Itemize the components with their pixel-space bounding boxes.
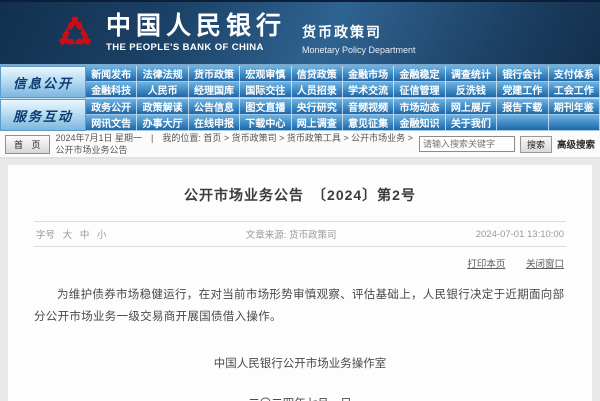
font-size-large[interactable]: 大 [63, 230, 73, 241]
nav-item[interactable]: 经理国库 [189, 82, 240, 98]
nav-item[interactable]: 银行会计 [497, 66, 548, 82]
nav-row: 金融科技 人民币 经理国库 国际交往 人员招录 学术交流 征信管理 反洗钱 党建… [86, 82, 600, 98]
nav-item[interactable]: 政策解读 [137, 99, 188, 115]
nav-grid: 政务公开 政策解读 公告信息 图文直播 央行研究 音频视频 市场动态 网上展厅 … [86, 99, 600, 131]
article-source: 文章来源: 货币政策司 [246, 227, 337, 241]
nav-item[interactable]: 下载中心 [240, 115, 291, 131]
nav-row: 新闻发布 法律法规 货币政策 宏观审慎 信贷政策 金融市场 金融稳定 调查统计 … [86, 66, 600, 82]
nav-item[interactable]: 法律法规 [137, 66, 188, 82]
nav-item[interactable]: 人员招录 [292, 82, 343, 98]
nav-filler-cell [497, 115, 548, 131]
nav-item[interactable]: 关于我们 [446, 115, 497, 131]
nav-item[interactable]: 人民币 [137, 82, 188, 98]
home-button[interactable]: 首 页 [5, 135, 50, 154]
nav-item[interactable]: 货币政策 [189, 66, 240, 82]
nav-item[interactable]: 政务公开 [86, 99, 137, 115]
nav-label-info-disclosure[interactable]: 信息公开 [0, 66, 86, 98]
nav-item[interactable]: 工会工作 [549, 82, 600, 98]
nav-item[interactable]: 金融市场 [343, 66, 394, 82]
nav-item[interactable]: 国际交往 [240, 82, 291, 98]
nav-item[interactable]: 市场动态 [394, 99, 445, 115]
pboc-announcement-page: 中国人民银行 THE PEOPLE'S BANK OF CHINA 货币政策司 … [0, 0, 600, 401]
nav-item[interactable]: 反洗钱 [446, 82, 497, 98]
search-button[interactable]: 搜索 [520, 136, 552, 153]
advanced-search-link[interactable]: 高级搜索 [557, 137, 595, 151]
search-box: 搜索 高级搜索 [419, 136, 595, 153]
article-signature: 中国人民银行公开市场业务操作室 [34, 355, 566, 371]
nav-item[interactable]: 宏观审慎 [240, 66, 291, 82]
nav-item[interactable]: 金融知识 [394, 115, 445, 131]
pboc-logo-icon [54, 12, 96, 54]
nav-grid: 新闻发布 法律法规 货币政策 宏观审慎 信贷政策 金融市场 金融稳定 调查统计 … [86, 66, 600, 98]
department-name-en: Monetary Policy Department [302, 45, 416, 55]
nav-item[interactable]: 公告信息 [189, 99, 240, 115]
nav-item[interactable]: 在线申报 [189, 115, 240, 131]
breadcrumb-bar: 首 页 2024年7月1日 星期一 | 我的位置: 首页 > 货币政策司 > 货… [0, 131, 600, 159]
article-title: 公开市场业务公告 〔2024〕第2号 [34, 185, 566, 205]
nav-item[interactable]: 信贷政策 [292, 66, 343, 82]
site-header: 中国人民银行 THE PEOPLE'S BANK OF CHINA 货币政策司 … [0, 0, 600, 66]
article-actions-top: 打印本页 关闭窗口 [34, 247, 566, 270]
nav-item[interactable]: 办事大厅 [137, 115, 188, 131]
nav-item[interactable]: 网上调查 [292, 115, 343, 131]
article-meta-row: 字号 大 中 小 文章来源: 货币政策司 2024-07-01 13:10:00 [34, 221, 566, 247]
close-window-link[interactable]: 关闭窗口 [526, 259, 564, 270]
font-size-medium[interactable]: 中 [80, 230, 90, 241]
article-body: 为维护债券市场稳健运行，在对当前市场形势审慎观察、评估基础上，人民银行决定于近期… [34, 284, 566, 329]
bank-name-cn: 中国人民银行 [106, 14, 286, 39]
article-date-cn: 二〇二四年七月一日 [34, 395, 566, 401]
nav-item[interactable]: 央行研究 [292, 99, 343, 115]
nav-item[interactable]: 意见征集 [343, 115, 394, 131]
nav-item[interactable]: 党建工作 [497, 82, 548, 98]
nav-item[interactable]: 学术交流 [343, 82, 394, 98]
nav-item[interactable]: 图文直播 [240, 99, 291, 115]
department-name-cn: 货币政策司 [302, 22, 416, 42]
nav-filler-cell [549, 115, 600, 131]
breadcrumb[interactable]: 2024年7月1日 星期一 | 我的位置: 首页 > 货币政策司 > 货币政策工… [56, 132, 413, 156]
article-datetime: 2024-07-01 13:10:00 [476, 229, 564, 240]
nav-item[interactable]: 征信管理 [394, 82, 445, 98]
nav-row: 政务公开 政策解读 公告信息 图文直播 央行研究 音频视频 市场动态 网上展厅 … [86, 99, 600, 115]
nav-row: 网讯文告 办事大厅 在线申报 下载中心 网上调查 意见征集 金融知识 关于我们 [86, 115, 600, 131]
nav-item[interactable]: 期刊年鉴 [549, 99, 600, 115]
article-panel: 公开市场业务公告 〔2024〕第2号 字号 大 中 小 文章来源: 货币政策司 … [8, 165, 592, 401]
font-size-control: 字号 大 中 小 [36, 227, 106, 241]
nav-section-services: 服务互动 政务公开 政策解读 公告信息 图文直播 央行研究 音频视频 市场动态 … [0, 98, 600, 131]
nav-section-info-disclosure: 信息公开 新闻发布 法律法规 货币政策 宏观审慎 信贷政策 金融市场 金融稳定 … [0, 66, 600, 98]
nav-item[interactable]: 新闻发布 [86, 66, 137, 82]
print-page-link[interactable]: 打印本页 [467, 259, 505, 270]
nav-item[interactable]: 网讯文告 [86, 115, 137, 131]
font-size-label: 字号 [36, 230, 55, 241]
nav-item[interactable]: 金融稳定 [394, 66, 445, 82]
department-block: 货币政策司 Monetary Policy Department [302, 12, 416, 55]
bank-title-block: 中国人民银行 THE PEOPLE'S BANK OF CHINA [106, 14, 286, 53]
bank-name-en: THE PEOPLE'S BANK OF CHINA [106, 42, 286, 53]
nav-item[interactable]: 音频视频 [343, 99, 394, 115]
nav-item[interactable]: 网上展厅 [446, 99, 497, 115]
nav-item[interactable]: 调查统计 [446, 66, 497, 82]
nav-label-services[interactable]: 服务互动 [0, 99, 86, 131]
nav-item[interactable]: 金融科技 [86, 82, 137, 98]
search-input[interactable] [419, 136, 515, 152]
nav-item[interactable]: 报告下载 [497, 99, 548, 115]
font-size-small[interactable]: 小 [97, 230, 107, 241]
content-area: 公开市场业务公告 〔2024〕第2号 字号 大 中 小 文章来源: 货币政策司 … [0, 159, 600, 401]
nav-item[interactable]: 支付体系 [549, 66, 600, 82]
